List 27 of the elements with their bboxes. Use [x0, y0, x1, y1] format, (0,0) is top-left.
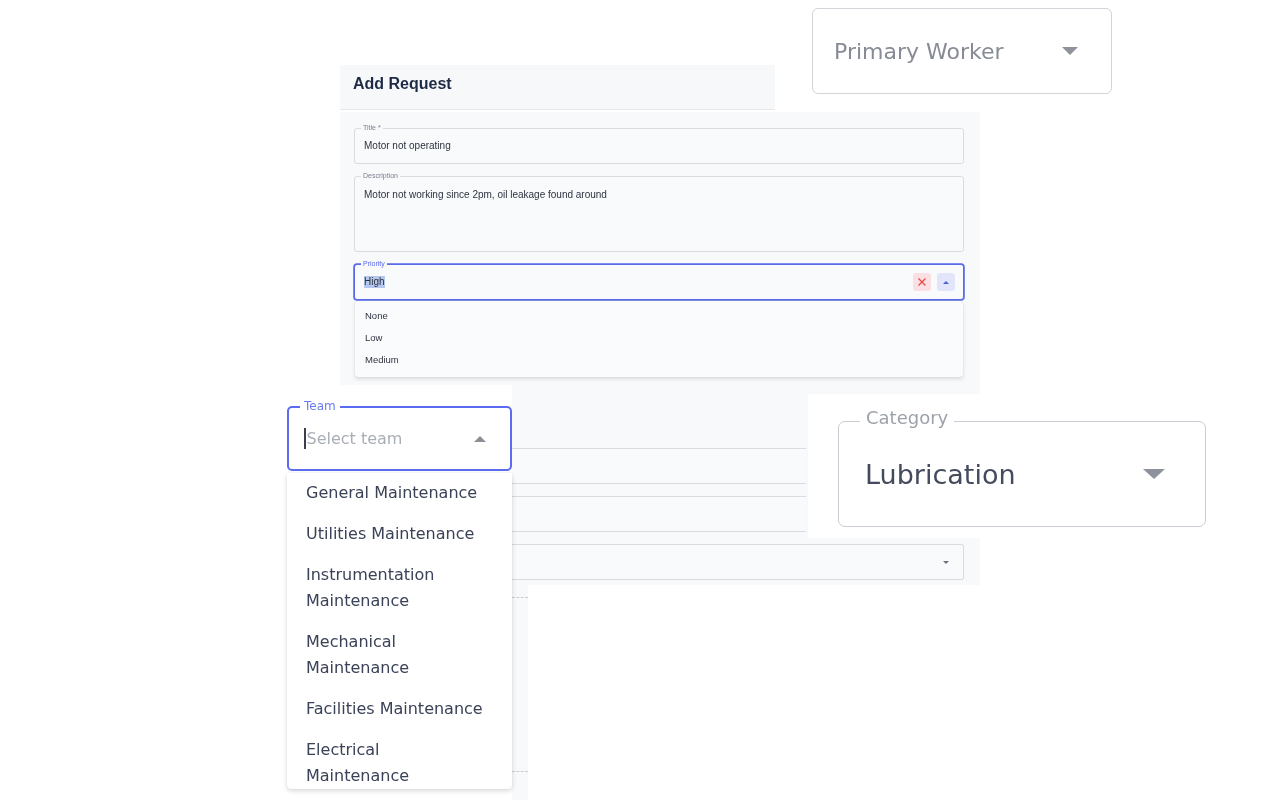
- collapse-button[interactable]: [937, 273, 955, 291]
- dropdown-option[interactable]: Mechanical Maintenance: [287, 622, 512, 689]
- field-value: Motor not operating: [364, 140, 451, 152]
- dropdown-option[interactable]: Low: [355, 327, 963, 349]
- clear-button[interactable]: [913, 273, 931, 291]
- field-label: Primary Worker: [834, 38, 1004, 64]
- close-icon: [918, 278, 926, 286]
- caret-down-icon: [1062, 47, 1078, 55]
- dropdown-option[interactable]: Medium: [355, 349, 963, 371]
- select-field[interactable]: [512, 544, 964, 580]
- field-value: High: [364, 276, 385, 288]
- dropdown-option[interactable]: Electrical Maintenance: [287, 730, 512, 789]
- caret-up-icon: [943, 280, 949, 284]
- caret-down-icon: [1143, 469, 1165, 479]
- dropdown-option[interactable]: Utilities Maintenance: [287, 514, 512, 555]
- field-value: Motor not working since 2pm, oil leakage found around: [364, 189, 607, 201]
- dropdown-option[interactable]: Facilities Maintenance: [287, 689, 512, 730]
- dropdown-option[interactable]: General Maintenance: [287, 473, 512, 514]
- text-field[interactable]: [512, 448, 806, 484]
- field-value: Lubrication: [865, 458, 1016, 490]
- text-input[interactable]: Select team: [305, 429, 474, 448]
- dropdown-option[interactable]: Instrumentation Maintenance: [287, 555, 512, 622]
- text-field[interactable]: [512, 496, 806, 532]
- caret-up-icon[interactable]: [474, 435, 486, 442]
- dialog-title: Add Request: [353, 75, 452, 93]
- text-cursor-icon: [304, 428, 306, 449]
- dropdown-option[interactable]: None: [355, 305, 963, 327]
